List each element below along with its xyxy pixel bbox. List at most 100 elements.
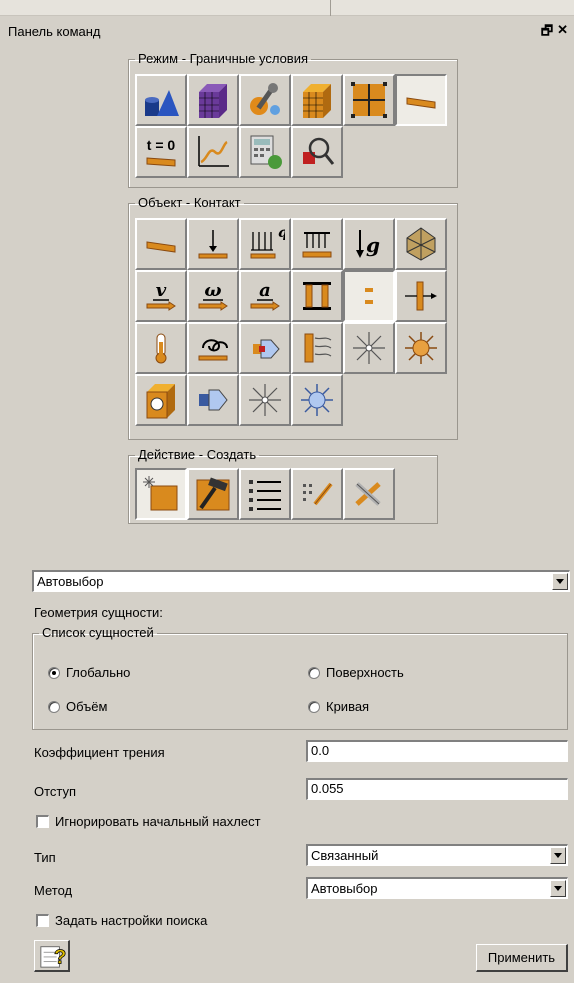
pressure-button[interactable]: q	[239, 218, 291, 270]
delete-button[interactable]	[343, 468, 395, 520]
ignore-overlap-checkbox[interactable]: Игнорировать начальный нахлест	[36, 814, 261, 829]
acceleration-icon: a	[250, 280, 280, 311]
convection-button[interactable]	[187, 322, 239, 374]
close-icon[interactable]: ✕	[557, 22, 568, 44]
calculator-icon	[250, 135, 282, 169]
friction-input[interactable]: 0.0	[306, 740, 568, 762]
chevron-down-icon[interactable]	[552, 573, 568, 590]
distributed-load-button[interactable]	[291, 218, 343, 270]
velocity-icon: v	[146, 280, 176, 311]
curve-button[interactable]	[187, 126, 239, 178]
radio-surface-indicator[interactable]	[308, 666, 320, 679]
radio-curve[interactable]: Кривая	[308, 699, 369, 714]
pressure-icon: q	[250, 225, 285, 259]
radio-curve-label: Кривая	[326, 699, 370, 714]
radiation-source-button[interactable]	[395, 322, 447, 374]
flow-button[interactable]	[187, 374, 239, 426]
force-button[interactable]	[187, 218, 239, 270]
initial-conditions-button[interactable]: t = 0	[135, 126, 187, 178]
ignore-overlap-box[interactable]	[36, 815, 49, 828]
help-button[interactable]: ?	[34, 940, 70, 972]
search-settings-checkbox[interactable]: Задать настройки поиска	[36, 913, 207, 928]
type-chevron-down-icon[interactable]	[550, 847, 566, 864]
geometry-button[interactable]	[135, 74, 187, 126]
distributed-load-icon	[302, 232, 332, 258]
point-source-icon	[249, 384, 281, 416]
grid-button[interactable]	[343, 74, 395, 126]
create-icon	[143, 476, 178, 511]
search-settings-label: Задать настройки поиска	[55, 913, 208, 928]
list-button[interactable]	[239, 468, 291, 520]
object-toolbar: q g v ω a	[135, 218, 447, 426]
radio-surface[interactable]: Поверхность	[308, 665, 404, 680]
temperature-button[interactable]	[135, 322, 187, 374]
contact-button[interactable]	[135, 218, 187, 270]
heat-flux-button[interactable]	[239, 322, 291, 374]
ignore-overlap-label: Игнорировать начальный нахлест	[55, 814, 261, 829]
offset-input[interactable]: 0.055	[306, 778, 568, 800]
edit-button[interactable]	[187, 468, 239, 520]
method-chevron-down-icon[interactable]	[550, 880, 566, 897]
calculator-button[interactable]	[239, 126, 291, 178]
volume-heat-button[interactable]	[135, 374, 187, 426]
heat-source-icon	[353, 332, 385, 364]
action-group-legend: Действие - Создать	[138, 447, 257, 462]
mesh-icon	[199, 84, 227, 118]
apply-button[interactable]: Применить	[476, 944, 568, 972]
gravity-button[interactable]: g	[343, 218, 395, 270]
temperature-icon	[155, 333, 167, 364]
offset-label: Отступ	[34, 784, 77, 799]
top-strip-separator	[330, 0, 331, 16]
type-dropdown[interactable]: Связанный	[306, 844, 568, 866]
mode-toolbar: t = 0	[135, 74, 447, 178]
entity-geometry-label: Геометрия сущности:	[34, 605, 163, 620]
radiation-surface-button[interactable]	[291, 322, 343, 374]
boundary-conditions-button[interactable]	[395, 74, 447, 126]
method-label: Метод	[34, 883, 73, 898]
inspect-button[interactable]	[291, 126, 343, 178]
radiation-source-icon	[405, 332, 437, 364]
radio-volume-indicator[interactable]	[48, 700, 60, 713]
tied-contact-button[interactable]	[343, 270, 395, 322]
interface-icon	[405, 281, 437, 311]
search-settings-box[interactable]	[36, 914, 49, 927]
autoselect-dropdown[interactable]: Автовыбор	[32, 570, 570, 592]
velocity-button[interactable]: v	[135, 270, 187, 322]
interface-button[interactable]	[395, 270, 447, 322]
mesh-button[interactable]	[187, 74, 239, 126]
radiation-surface-icon	[304, 333, 332, 363]
top-strip	[0, 0, 574, 16]
force-icon	[198, 230, 228, 259]
object-group-legend: Объект - Контакт	[138, 195, 241, 210]
rename-button[interactable]	[291, 468, 343, 520]
radio-volume[interactable]: Объём	[48, 699, 107, 714]
heat-source-button[interactable]	[343, 322, 395, 374]
constraint-button[interactable]	[291, 270, 343, 322]
radio-curve-indicator[interactable]	[308, 700, 320, 713]
gravity-label: g	[366, 233, 380, 257]
create-button[interactable]	[135, 468, 187, 520]
restore-icon[interactable]: 🗗	[541, 22, 553, 44]
angular-velocity-button[interactable]: ω	[187, 270, 239, 322]
title-bar-icons: 🗗 ✕	[541, 22, 568, 44]
mesh-block-button[interactable]	[291, 74, 343, 126]
properties-button[interactable]	[239, 74, 291, 126]
grid-icon	[351, 82, 387, 118]
panel-title: Панель команд	[8, 24, 101, 39]
acceleration-button[interactable]: a	[239, 270, 291, 322]
list-icon	[249, 480, 281, 511]
mode-group-legend: Режим - Граничные условия	[138, 51, 309, 66]
blue-source-button[interactable]	[291, 374, 343, 426]
method-dropdown[interactable]: Автовыбор	[306, 877, 568, 899]
body-load-button[interactable]	[395, 218, 447, 270]
radio-global[interactable]: Глобально	[48, 665, 130, 680]
method-value: Автовыбор	[311, 881, 378, 896]
accel-label: a	[259, 280, 271, 301]
point-source-button[interactable]	[239, 374, 291, 426]
boundary-conditions-icon	[406, 97, 436, 109]
radio-global-indicator[interactable]	[48, 666, 60, 679]
curve-icon	[198, 136, 229, 167]
type-value: Связанный	[311, 848, 379, 863]
svg-text:?: ?	[53, 946, 65, 968]
load-q-label: q	[278, 225, 285, 241]
